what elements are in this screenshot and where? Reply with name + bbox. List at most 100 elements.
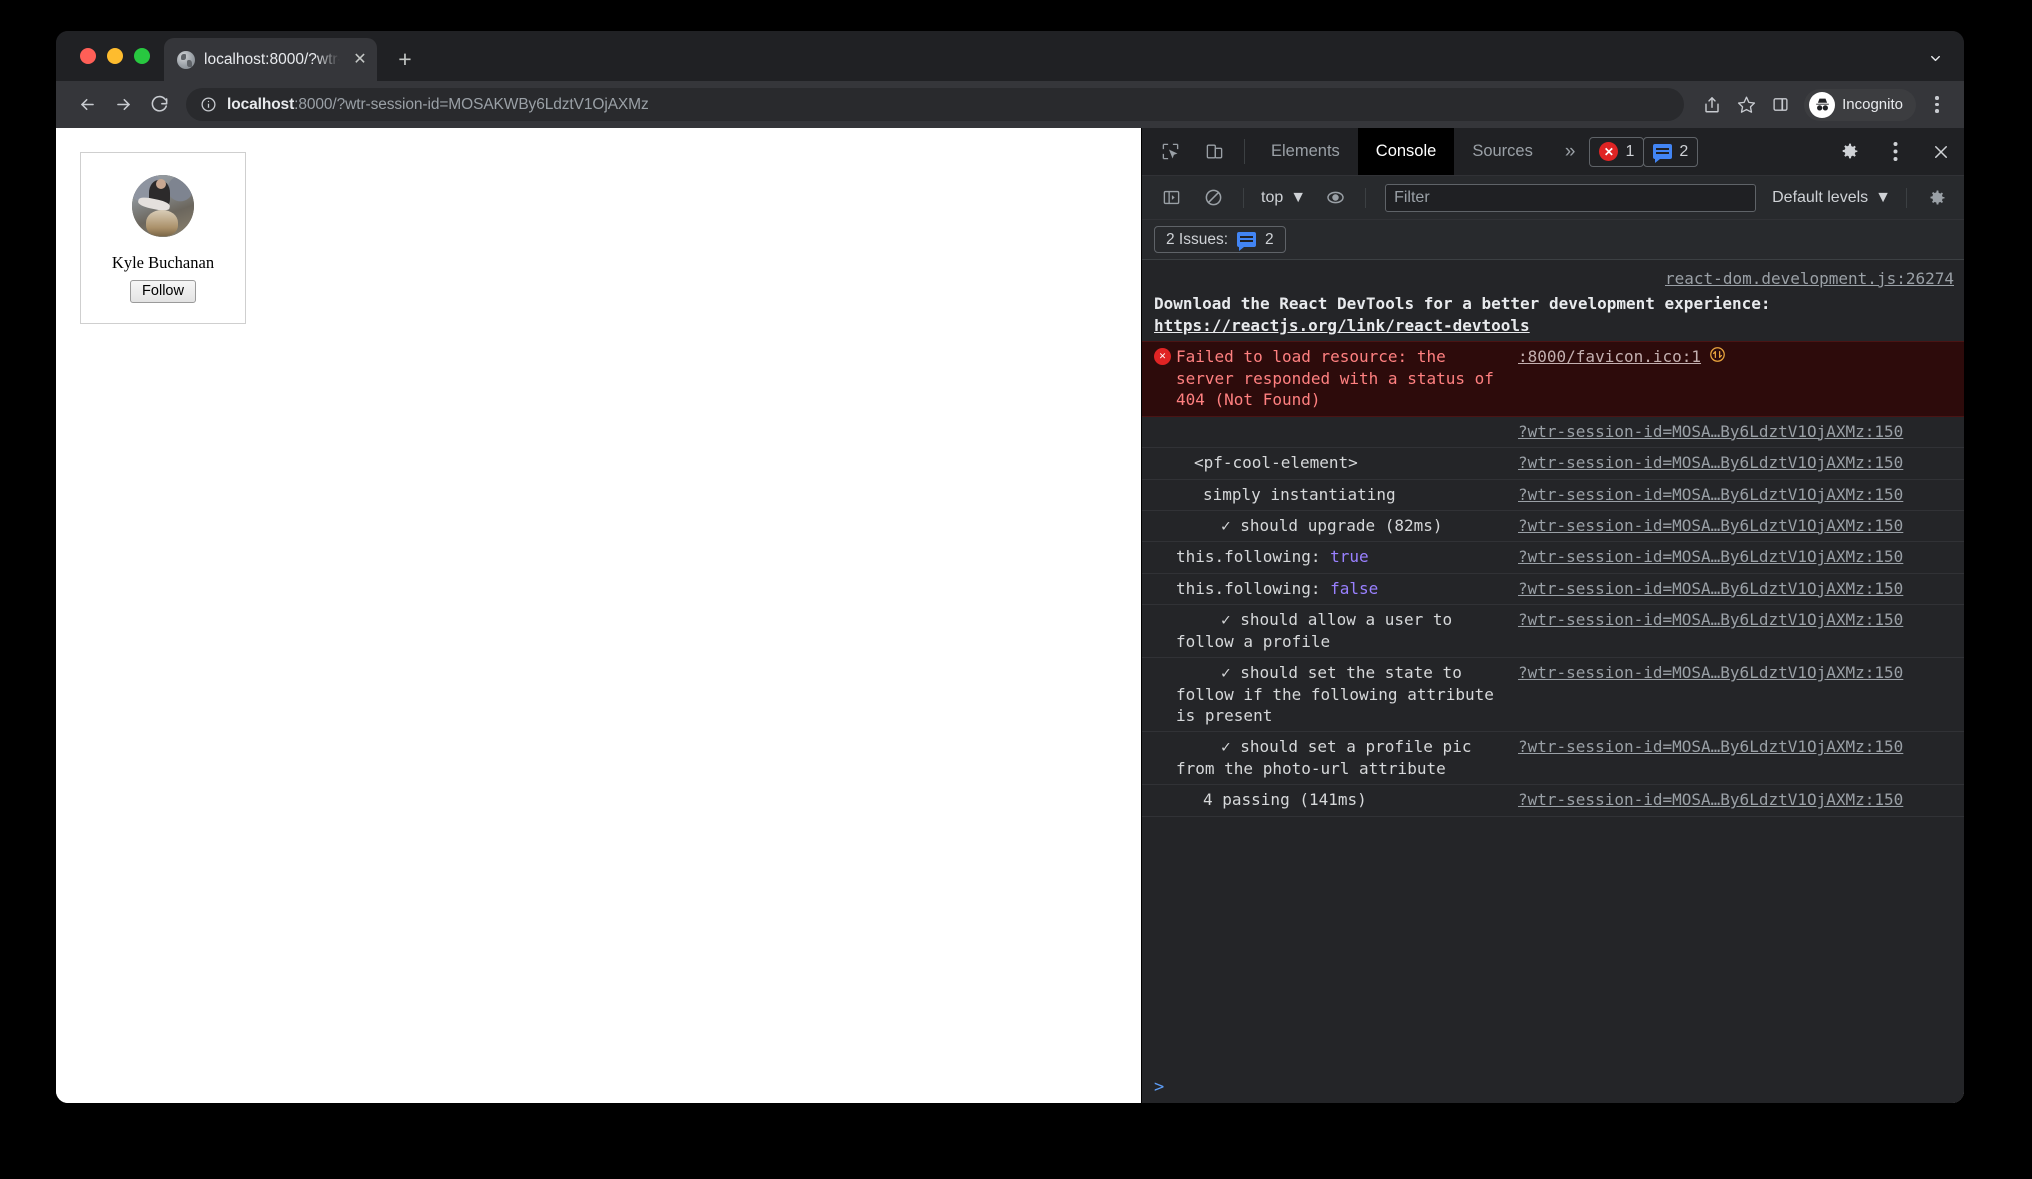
close-devtools-icon[interactable] [1918,128,1964,175]
console-sidebar-toggle-icon[interactable] [1152,179,1190,217]
console-message-row[interactable]: <pf-cool-element> ?wtr-session-id=MOSA…By… [1142,448,1964,480]
console-message-row[interactable]: ?wtr-session-id=MOSA…By6LdztV1OjAXMz:150 [1142,416,1964,449]
tab-elements[interactable]: Elements [1253,128,1358,175]
console-message-source[interactable]: ?wtr-session-id=MOSA…By6LdztV1OjAXMz:150 [1518,546,1903,567]
devtools-settings-gear-icon[interactable] [1826,128,1872,175]
tab-console[interactable]: Console [1357,128,1455,175]
console-message-row[interactable]: 4 passing (141ms) ?wtr-session-id=MOSA…By… [1142,785,1964,817]
console-message-source[interactable]: ?wtr-session-id=MOSA…By6LdztV1OjAXMz:150 [1518,578,1903,599]
devtools-menu-icon[interactable] [1872,128,1918,175]
browser-window: localhost:8000/?wtr-session-id ✕ + local… [56,31,1964,1103]
message-count: 2 [1679,142,1689,160]
devtools-panel: Elements Console Sources » ✕ 1 2 top ▼ F… [1141,128,1964,1103]
minimize-window-button[interactable] [107,48,123,64]
console-message-row[interactable]: ✓ should set a profile pic from the phot… [1142,732,1964,786]
chevron-down-icon: ▼ [1875,188,1891,206]
new-tab-button[interactable]: + [387,41,423,77]
browser-menu-icon[interactable] [1922,88,1952,122]
console-prompt-chevron-icon: > [1154,1077,1165,1097]
console-message-text: ✓ should set a profile pic from the phot… [1176,737,1472,778]
close-tab-icon[interactable]: ✕ [349,49,371,71]
maximize-window-button[interactable] [134,48,150,64]
console-message-row[interactable]: ✓ should upgrade (82ms) ?wtr-session-id=M… [1142,510,1964,543]
reload-button[interactable] [142,88,176,122]
console-message-source[interactable]: ?wtr-session-id=MOSA…By6LdztV1OjAXMz:150 [1518,662,1903,683]
inspect-element-icon[interactable] [1148,128,1192,175]
console-message-source[interactable]: react-dom.development.js:26274 [1154,268,1954,289]
device-toolbar-icon[interactable] [1192,128,1236,175]
follow-button[interactable]: Follow [130,280,196,303]
more-tabs-icon[interactable]: » [1551,128,1590,175]
address-bar-path: :8000/?wtr-session-id=MOSAKWBy6LdztV1OjA… [294,95,649,113]
console-message-source[interactable]: :8000/favicon.ico:1 [1518,346,1701,367]
console-message-text: ✓ should allow a user to follow a profil… [1176,610,1453,651]
message-count-badge[interactable]: 2 [1643,136,1699,167]
console-message-source[interactable]: ?wtr-session-id=MOSA…By6LdztV1OjAXMz:150 [1518,515,1903,536]
incognito-icon [1809,91,1836,118]
divider [1365,187,1367,208]
tab-sources[interactable]: Sources [1454,128,1551,175]
console-message-text: ✓ should upgrade (82ms) [1221,515,1443,535]
chevron-down-icon[interactable] [1920,43,1950,73]
address-bar[interactable]: localhost:8000/?wtr-session-id=MOSAKWBy6… [186,88,1685,121]
console-log-label: this.following: [1176,578,1331,598]
console-context-selector[interactable]: top ▼ [1255,189,1312,207]
error-icon: ✕ [1599,142,1619,161]
address-bar-host: localhost [227,95,295,113]
bookmark-star-icon[interactable] [1730,89,1762,121]
close-window-button[interactable] [80,48,96,64]
console-message-source[interactable]: ?wtr-session-id=MOSA…By6LdztV1OjAXMz:150 [1518,452,1903,473]
console-message-list[interactable]: react-dom.development.js:26274 Download t… [1142,260,1964,1071]
console-message-source[interactable]: ?wtr-session-id=MOSA…By6LdztV1OjAXMz:150 [1518,609,1903,630]
console-message-row[interactable]: ✓ should allow a user to follow a profil… [1142,605,1964,659]
console-prompt[interactable]: > [1142,1071,1964,1103]
console-message-row[interactable]: react-dom.development.js:26274 Download t… [1142,260,1964,342]
console-message-row[interactable]: simply instantiating ?wtr-session-id=MOSA… [1142,479,1964,511]
react-devtools-link[interactable]: https://reactjs.org/link/react-devtools [1154,315,1954,336]
console-context-label: top [1261,188,1284,206]
browser-toolbar: localhost:8000/?wtr-session-id=MOSAKWBy6… [56,81,1964,128]
console-log-level-label: Default levels [1772,188,1869,206]
console-message-text: Failed to load resource: the server resp… [1176,347,1494,410]
console-log-boolean-value: true [1330,547,1369,567]
console-filter-input[interactable] [1385,183,1757,212]
divider [1906,187,1907,208]
console-message-source[interactable]: ?wtr-session-id=MOSA…By6LdztV1OjAXMz:150 [1518,736,1903,757]
issues-count: 2 [1265,230,1274,248]
divider [1244,139,1245,164]
incognito-profile-chip[interactable]: Incognito [1804,88,1916,121]
console-message-row[interactable]: this.following: true ?wtr-session-id=MOSA… [1142,542,1964,574]
message-icon [1237,232,1257,251]
site-info-icon[interactable] [200,96,217,113]
tab-favicon-icon [177,50,195,69]
incognito-label: Incognito [1842,96,1903,113]
devtools-tabbar: Elements Console Sources » ✕ 1 2 [1142,128,1964,176]
console-message-row[interactable]: ✕ Failed to load resource: the server res… [1142,341,1964,417]
share-icon[interactable] [1696,89,1728,121]
console-message-source[interactable]: ?wtr-session-id=MOSA…By6LdztV1OjAXMz:150 [1518,484,1903,505]
console-message-text: 4 passing (141ms) [1203,790,1367,810]
console-message-row[interactable]: ✓ should set the state to follow if the … [1142,658,1964,733]
browser-tab[interactable]: localhost:8000/?wtr-session-id ✕ [164,38,377,81]
tab-strip: localhost:8000/?wtr-session-id ✕ + [56,31,1964,81]
console-message-text: <pf-cool-element> [1194,453,1358,473]
side-panel-icon[interactable] [1764,89,1796,121]
issues-bar[interactable]: 2 Issues: 2 [1142,220,1964,260]
issues-label: 2 Issues: [1166,230,1229,248]
console-message-row[interactable]: this.following: false ?wtr-session-id=MOS… [1142,573,1964,606]
live-expression-eye-icon[interactable] [1316,179,1354,217]
forward-button[interactable] [106,88,140,122]
profile-name: Kyle Buchanan [111,253,215,272]
issues-chip[interactable]: 2 Issues: 2 [1154,226,1286,253]
error-count-badge[interactable]: ✕ 1 [1589,136,1645,167]
console-message-source[interactable]: ?wtr-session-id=MOSA…By6LdztV1OjAXMz:150 [1518,789,1903,810]
console-message-source[interactable]: ?wtr-session-id=MOSA…By6LdztV1OjAXMz:150 [1518,421,1903,442]
console-settings-gear-icon[interactable] [1918,179,1956,217]
clear-console-icon[interactable] [1194,179,1232,217]
open-in-network-panel-icon[interactable] [1709,346,1726,368]
console-log-level-selector[interactable]: Default levels ▼ [1768,189,1895,207]
chevron-down-icon: ▼ [1290,188,1307,206]
page-content: Kyle Buchanan Follow [56,128,1141,1103]
back-button[interactable] [70,88,104,122]
